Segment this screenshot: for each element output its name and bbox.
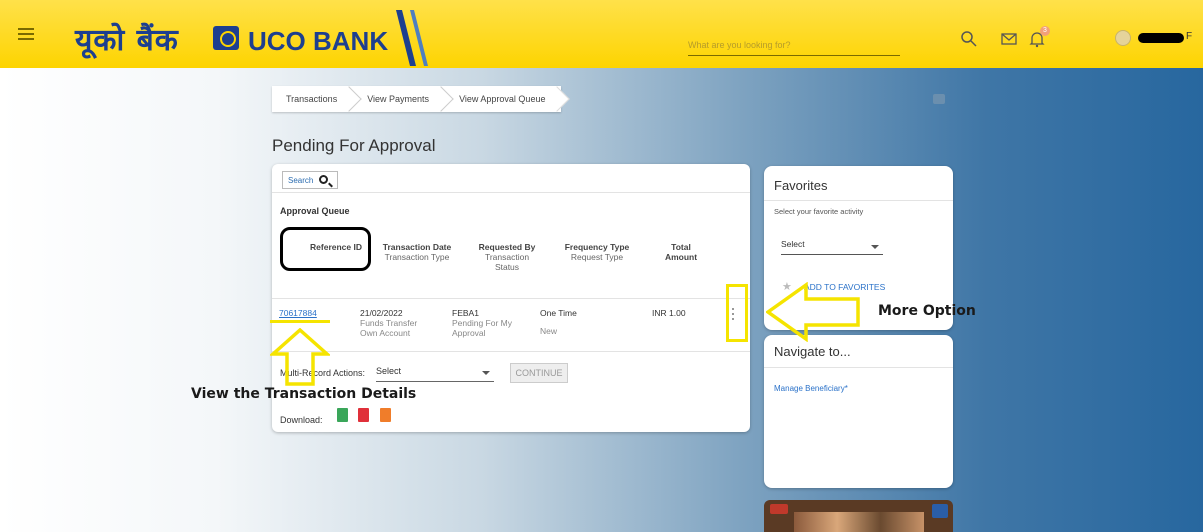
manage-beneficiary-link[interactable]: Manage Beneficiary*: [774, 384, 848, 393]
breadcrumb: Transactions View Payments View Approval…: [272, 86, 562, 112]
username-redacted: [1138, 33, 1184, 43]
col-total-amount: Total Amount: [664, 242, 698, 262]
search-button[interactable]: Search: [282, 171, 338, 189]
promo-logo-right-icon: [932, 504, 948, 518]
col-frequency-type: Frequency Type Request Type: [564, 242, 630, 262]
divider: [272, 298, 750, 299]
col-transaction-date: Transaction Date Transaction Type: [382, 242, 452, 262]
mail-icon[interactable]: [1000, 30, 1018, 48]
bank-logo-english: UCO BANK: [248, 26, 389, 56]
favorites-title: Favorites: [774, 178, 828, 193]
queue-title: Approval Queue: [280, 206, 350, 216]
continue-button[interactable]: CONTINUE: [510, 363, 568, 383]
view-details-annotation: View the Transaction Details: [191, 386, 417, 402]
left-arrow-icon: [766, 282, 860, 342]
table-row-amount: INR 1.00: [652, 308, 686, 318]
csv-download-icon[interactable]: [380, 408, 391, 422]
breadcrumb-view-payments[interactable]: View Payments: [353, 86, 445, 112]
navigate-title: Navigate to...: [774, 344, 851, 359]
navigate-card: Navigate to... Manage Beneficiary*: [764, 335, 953, 488]
search-icon[interactable]: [960, 30, 978, 48]
page-title: Pending For Approval: [272, 136, 436, 155]
bank-logo-hindi: यूको बैंक: [75, 23, 179, 58]
reference-underline-highlight: [270, 317, 330, 323]
promo-photo: [794, 512, 924, 532]
divider: [764, 200, 953, 201]
reference-id-highlight-oval: [280, 227, 371, 271]
col-requested-by: Requested By Transaction Status: [478, 242, 536, 272]
table-row-frequency: One Time New: [540, 308, 577, 336]
global-search-input[interactable]: What are you looking for?: [688, 36, 900, 56]
multi-record-select[interactable]: Select: [376, 364, 494, 382]
up-arrow-icon: [270, 328, 330, 386]
more-option-highlight: [726, 284, 748, 342]
avatar[interactable]: [1115, 30, 1131, 46]
chevron-down-icon: [871, 245, 879, 249]
print-icon[interactable]: [933, 94, 945, 104]
username-label: F: [1186, 31, 1193, 42]
divider: [272, 351, 750, 352]
more-option-annotation: More Option: [878, 303, 976, 319]
divider: [764, 367, 953, 368]
bank-emblem-icon: [213, 26, 239, 50]
pdf-download-icon[interactable]: [358, 408, 369, 422]
table-row-requested-by: FEBA1 Pending For My Approval: [452, 308, 512, 338]
favorites-select[interactable]: Select: [781, 239, 883, 255]
notification-badge: 3: [1040, 26, 1050, 36]
breadcrumb-view-approval-queue: View Approval Queue: [445, 86, 562, 112]
breadcrumb-transactions[interactable]: Transactions: [272, 86, 353, 112]
promo-logo-left-icon: [770, 504, 788, 514]
search-icon: [319, 175, 328, 184]
top-header: यूको बैंक UCO BANK What are you looking …: [0, 0, 1203, 68]
excel-download-icon[interactable]: [337, 408, 348, 422]
menu-icon[interactable]: [18, 28, 34, 40]
logo-swoosh-icon: [396, 10, 428, 66]
favorites-subtitle: Select your favorite activity: [774, 207, 864, 216]
download-label: Download:: [280, 415, 323, 425]
promo-banner[interactable]: [764, 500, 953, 532]
chevron-down-icon: [482, 371, 490, 375]
table-row-date: 21/02/2022 Funds Transfer Own Account: [360, 308, 418, 338]
divider: [272, 192, 750, 193]
